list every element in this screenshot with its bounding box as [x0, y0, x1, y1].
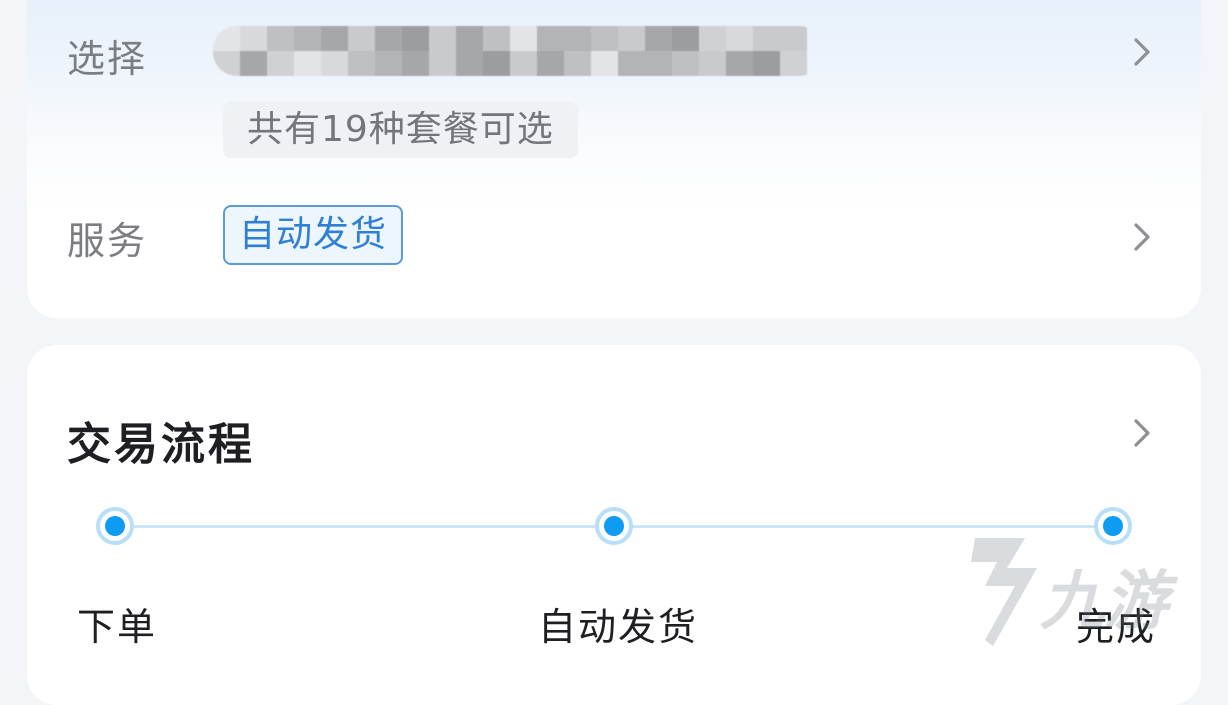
step-dot-delivery [595, 507, 633, 545]
service-label: 服务 [67, 219, 148, 263]
mosaic-tile [267, 51, 294, 76]
chevron-right-icon[interactable] [1125, 220, 1159, 254]
mosaic-tile [591, 26, 618, 51]
mosaic-tile [294, 51, 321, 76]
mosaic-tile [402, 51, 429, 76]
mosaic-tile [510, 51, 537, 76]
chevron-right-icon[interactable] [1125, 416, 1159, 450]
mosaic-tile [564, 51, 591, 76]
mosaic-tile [618, 51, 645, 76]
mosaic-tile [537, 51, 564, 76]
step-dot-order [96, 507, 134, 545]
step-label-delivery: 自动发货 [538, 605, 699, 649]
mosaic-tile [348, 51, 375, 76]
mosaic-tile [699, 26, 726, 51]
mosaic-tile [510, 26, 537, 51]
step-label-complete: 完成 [1076, 605, 1157, 649]
mosaic-tile [321, 51, 348, 76]
mosaic-tile [726, 51, 753, 76]
mosaic-tile [699, 51, 726, 76]
mosaic-tile [672, 26, 699, 51]
blurred-package-value [213, 26, 823, 76]
package-label: 选择 [67, 37, 148, 81]
mosaic-tile [240, 26, 267, 51]
chevron-right-icon[interactable] [1125, 35, 1159, 69]
step-label-order: 下单 [77, 605, 158, 649]
mosaic-tile [456, 51, 483, 76]
mosaic-tile [753, 51, 780, 76]
mosaic-tile [267, 26, 294, 51]
mosaic-tile [483, 51, 510, 76]
mosaic-tile [429, 26, 456, 51]
mosaic-tile [753, 26, 780, 51]
mosaic-tile [645, 26, 672, 51]
package-count-badge[interactable]: 共有19种套餐可选 [223, 102, 578, 158]
mosaic-tile [294, 26, 321, 51]
mosaic-tile [456, 26, 483, 51]
trade-flow-title: 交易流程 [67, 419, 255, 470]
mosaic-tile [780, 26, 807, 51]
mosaic-tile [375, 51, 402, 76]
mosaic-tile [537, 26, 564, 51]
mosaic-tile [402, 26, 429, 51]
mosaic-tile [591, 51, 618, 76]
mosaic-tile [726, 26, 753, 51]
mosaic-tile [429, 51, 456, 76]
mosaic-tile [618, 26, 645, 51]
mosaic-tile [483, 26, 510, 51]
mosaic-tile [645, 51, 672, 76]
mosaic-tile [780, 51, 807, 76]
mosaic-tile [672, 51, 699, 76]
mosaic-tile [375, 26, 402, 51]
mosaic-tile [564, 26, 591, 51]
auto-delivery-tag: 自动发货 [223, 205, 404, 265]
step-dot-complete [1094, 507, 1132, 545]
mosaic-tile [348, 26, 375, 51]
mosaic-tile [321, 26, 348, 51]
mosaic-tile [240, 51, 267, 76]
